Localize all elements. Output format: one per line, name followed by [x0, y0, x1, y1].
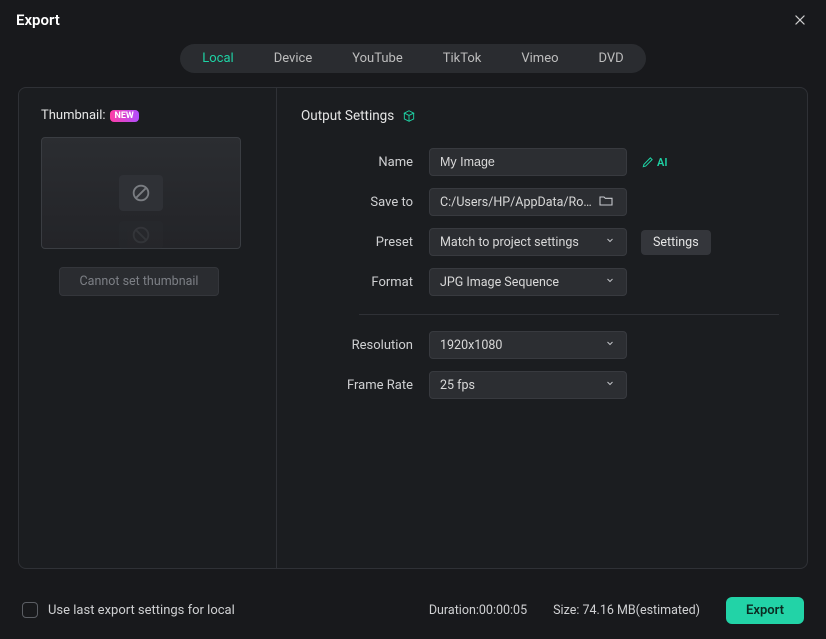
preset-select[interactable]: Match to project settings [429, 228, 627, 256]
frame-rate-select[interactable]: 25 fps [429, 371, 627, 399]
thumbnail-header: Thumbnail: NEW [41, 108, 260, 123]
use-last-settings-label: Use last export settings for local [48, 603, 235, 618]
tab-vimeo[interactable]: Vimeo [501, 46, 578, 71]
new-badge: NEW [110, 110, 139, 122]
output-form: Name AI Save to C:/Users/HP/AppData/ [301, 142, 779, 405]
name-input[interactable] [440, 155, 616, 169]
tab-local[interactable]: Local [182, 46, 253, 71]
cube-icon [402, 109, 416, 123]
format-value: JPG Image Sequence [440, 275, 559, 290]
label-name: Name [301, 155, 429, 170]
row-resolution: Resolution 1920x1080 [301, 325, 779, 365]
output-settings-column: Output Settings Name AI [277, 88, 807, 568]
pen-icon [641, 155, 655, 169]
size-meta: Size: 74.16 MB(estimated) [553, 603, 700, 618]
row-name: Name AI [301, 142, 779, 182]
save-to-value: C:/Users/HP/AppData/Roamin [440, 195, 592, 210]
duration-value: 00:00:05 [479, 603, 527, 618]
chevron-down-icon [604, 337, 616, 353]
preset-value: Match to project settings [440, 235, 579, 250]
duration-label: Duration: [429, 603, 479, 618]
save-to-field[interactable]: C:/Users/HP/AppData/Roamin [429, 188, 627, 216]
row-frame-rate: Frame Rate 25 fps [301, 365, 779, 405]
footer: Use last export settings for local Durat… [0, 581, 826, 639]
footer-right: Duration:00:00:05 Size: 74.16 MB(estimat… [429, 597, 804, 624]
size-label: Size: [553, 603, 579, 618]
thumbnail-placeholder [119, 175, 163, 211]
tabs-row: Local Device YouTube TikTok Vimeo DVD [0, 36, 826, 87]
folder-icon [598, 193, 614, 209]
label-frame-rate: Frame Rate [301, 378, 429, 393]
window-title: Export [16, 11, 60, 29]
chevron-down-icon [604, 274, 616, 290]
size-value: 74.16 MB(estimated) [582, 603, 700, 618]
divider [359, 314, 779, 315]
set-thumbnail-button[interactable]: Cannot set thumbnail [59, 267, 219, 296]
resolution-select[interactable]: 1920x1080 [429, 331, 627, 359]
use-last-settings-checkbox[interactable] [22, 602, 38, 618]
row-format: Format JPG Image Sequence [301, 262, 779, 302]
chevron-down-icon [604, 234, 616, 250]
output-settings-header: Output Settings [301, 108, 779, 124]
tab-device[interactable]: Device [254, 46, 333, 71]
preset-settings-button[interactable]: Settings [641, 230, 711, 255]
thumbnail-label: Thumbnail: [41, 108, 106, 123]
browse-folder-button[interactable] [598, 193, 616, 211]
duration-meta: Duration:00:00:05 [429, 603, 527, 618]
export-window: Export Local Device YouTube TikTok Vimeo… [0, 0, 826, 639]
no-image-icon [130, 182, 152, 204]
format-select[interactable]: JPG Image Sequence [429, 268, 627, 296]
tab-tiktok[interactable]: TikTok [423, 46, 502, 71]
label-resolution: Resolution [301, 338, 429, 353]
row-preset: Preset Match to project settings Setting… [301, 222, 779, 262]
close-icon [793, 13, 807, 27]
close-button[interactable] [790, 10, 810, 30]
frame-rate-value: 25 fps [440, 378, 475, 393]
thumbnail-column: Thumbnail: NEW Cannot set thumbnail [19, 88, 277, 568]
label-format: Format [301, 275, 429, 290]
ai-rename-button[interactable]: AI [641, 155, 668, 169]
chevron-down-icon [604, 377, 616, 393]
output-settings-title: Output Settings [301, 108, 394, 124]
tab-dvd[interactable]: DVD [579, 46, 644, 71]
row-save-to: Save to C:/Users/HP/AppData/Roamin [301, 182, 779, 222]
footer-left: Use last export settings for local [22, 602, 235, 618]
thumbnail-reflection [119, 228, 163, 242]
titlebar: Export [0, 0, 826, 36]
tab-youtube[interactable]: YouTube [332, 46, 423, 71]
label-preset: Preset [301, 235, 429, 250]
export-tabs: Local Device YouTube TikTok Vimeo DVD [180, 44, 645, 73]
ai-label: AI [657, 156, 668, 169]
resolution-value: 1920x1080 [440, 338, 502, 353]
name-field[interactable] [429, 148, 627, 176]
thumbnail-preview[interactable] [41, 137, 241, 249]
main-panel: Thumbnail: NEW Cannot set thumbnail Outp… [18, 87, 808, 569]
label-save-to: Save to [301, 195, 429, 210]
export-button[interactable]: Export [726, 597, 804, 624]
